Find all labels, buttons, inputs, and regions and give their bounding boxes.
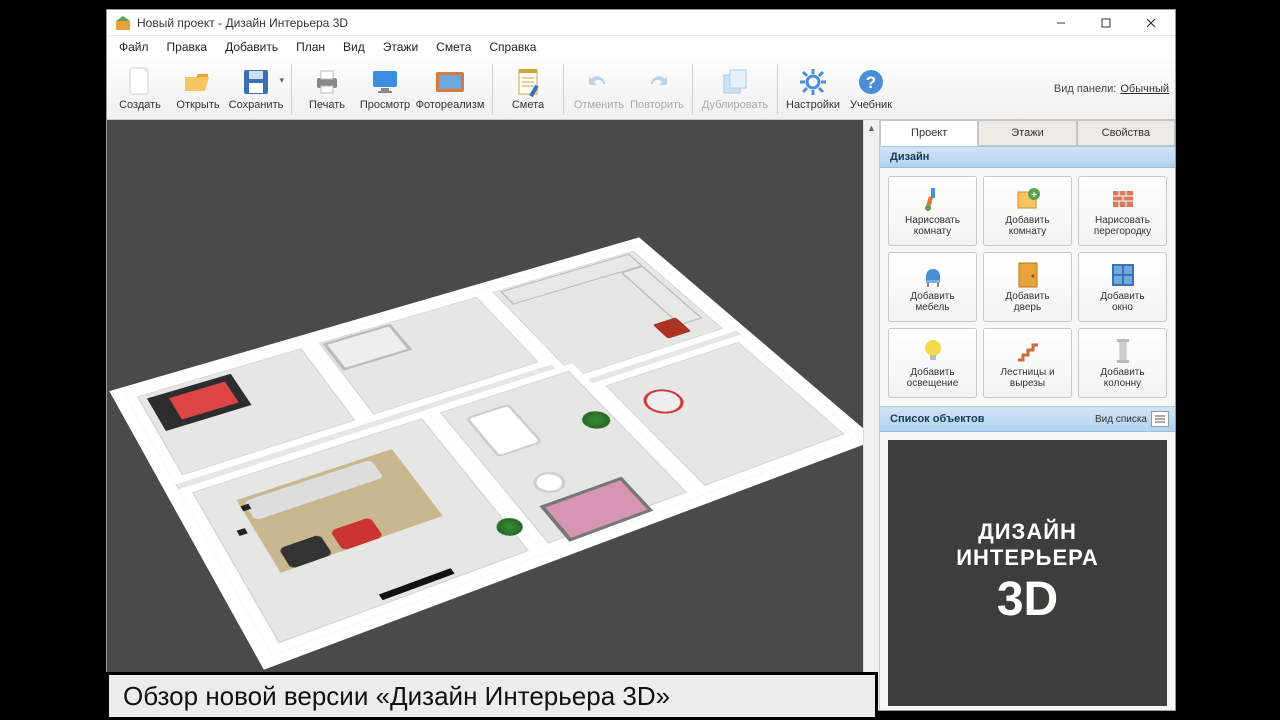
new-file-icon bbox=[124, 66, 156, 98]
print-button[interactable]: Печать bbox=[298, 63, 356, 115]
room-plus-icon: + bbox=[1013, 185, 1043, 213]
column-icon bbox=[1108, 337, 1138, 365]
tab-project[interactable]: Проект bbox=[880, 120, 978, 146]
add-window-button[interactable]: Добавитьокно bbox=[1078, 252, 1167, 322]
menu-file[interactable]: Файл bbox=[111, 38, 157, 56]
brush-icon bbox=[918, 185, 948, 213]
menu-add[interactable]: Добавить bbox=[217, 38, 286, 56]
settings-button[interactable]: Настройки bbox=[784, 63, 842, 115]
draw-wall-button[interactable]: Нарисоватьперегородку bbox=[1078, 176, 1167, 246]
stairs-button[interactable]: Лестницы ивырезы bbox=[983, 328, 1072, 398]
menu-plan[interactable]: План bbox=[288, 38, 333, 56]
stairs-icon bbox=[1013, 337, 1043, 365]
app-window: Новый проект - Дизайн Интерьера 3D Файл … bbox=[106, 9, 1176, 711]
monitor-icon bbox=[369, 66, 401, 98]
duplicate-icon bbox=[719, 66, 751, 98]
add-room-button[interactable]: + Добавитькомнату bbox=[983, 176, 1072, 246]
menu-edit[interactable]: Правка bbox=[159, 38, 216, 56]
floorplan-model bbox=[109, 237, 863, 670]
redo-icon bbox=[641, 66, 673, 98]
photoreal-button[interactable]: Фотореализм bbox=[414, 63, 486, 115]
caption-text: Обзор новой версии «Дизайн Интерьера 3D» bbox=[123, 681, 670, 712]
svg-text:?: ? bbox=[866, 73, 876, 92]
preview-button[interactable]: Просмотр bbox=[356, 63, 414, 115]
chevron-down-icon: ▾ bbox=[279, 75, 284, 86]
menu-help[interactable]: Справка bbox=[481, 38, 544, 56]
gear-icon bbox=[797, 66, 829, 98]
tab-floors[interactable]: Этажи bbox=[978, 120, 1076, 146]
app-icon bbox=[115, 15, 131, 31]
section-design-header: Дизайн bbox=[880, 146, 1175, 168]
menubar: Файл Правка Добавить План Вид Этажи Смет… bbox=[107, 36, 1175, 58]
svg-text:+: + bbox=[1031, 190, 1037, 201]
titlebar: Новый проект - Дизайн Интерьера 3D bbox=[107, 10, 1175, 36]
panel-mode-link[interactable]: Обычный bbox=[1120, 83, 1169, 95]
door-icon bbox=[1013, 261, 1043, 289]
duplicate-button[interactable]: Дублировать bbox=[699, 63, 771, 115]
notepad-icon bbox=[512, 66, 544, 98]
right-panel: Проект Этажи Свойства Дизайн Нарисоватьк… bbox=[879, 120, 1175, 710]
save-button[interactable]: ▾ Сохранить bbox=[227, 63, 285, 115]
video-caption-bar: Обзор новой версии «Дизайн Интерьера 3D» bbox=[106, 672, 878, 720]
undo-icon bbox=[583, 66, 615, 98]
list-icon bbox=[1154, 414, 1166, 424]
printer-icon bbox=[311, 66, 343, 98]
add-column-button[interactable]: Добавитьколонну bbox=[1078, 328, 1167, 398]
logo-promo: ДИЗАЙНИНТЕРЬЕРА 3D bbox=[888, 440, 1167, 706]
photoreal-icon bbox=[434, 66, 466, 98]
tab-properties[interactable]: Свойства bbox=[1077, 120, 1175, 146]
viewport-scrollbar[interactable]: ▲ ▼ bbox=[863, 120, 879, 710]
tutorial-button[interactable]: ? Учебник bbox=[842, 63, 900, 115]
close-button[interactable] bbox=[1128, 10, 1173, 35]
3d-viewport[interactable] bbox=[107, 120, 863, 710]
menu-floors[interactable]: Этажи bbox=[375, 38, 426, 56]
create-button[interactable]: Создать bbox=[111, 63, 169, 115]
window-title: Новый проект - Дизайн Интерьера 3D bbox=[137, 16, 348, 30]
panel-mode-selector: Вид панели: Обычный bbox=[1054, 83, 1169, 95]
open-button[interactable]: Открыть bbox=[169, 63, 227, 115]
toolbar: Создать Открыть ▾ Сохранить Печать Просм… bbox=[107, 58, 1175, 120]
chair-icon bbox=[918, 261, 948, 289]
draw-room-button[interactable]: Нарисоватькомнату bbox=[888, 176, 977, 246]
lightbulb-icon bbox=[918, 337, 948, 365]
list-view-toggle[interactable] bbox=[1151, 411, 1169, 427]
undo-button[interactable]: Отменить bbox=[570, 63, 628, 115]
help-icon: ? bbox=[855, 66, 887, 98]
brick-wall-icon bbox=[1108, 185, 1138, 213]
window-icon bbox=[1108, 261, 1138, 289]
add-lighting-button[interactable]: Добавитьосвещение bbox=[888, 328, 977, 398]
section-objects-header: Список объектов Вид списка bbox=[880, 406, 1175, 432]
design-tool-grid: Нарисоватькомнату + Добавитькомнату Нари… bbox=[880, 168, 1175, 406]
save-icon bbox=[240, 66, 272, 98]
scroll-up-icon[interactable]: ▲ bbox=[864, 120, 879, 136]
menu-estimate[interactable]: Смета bbox=[428, 38, 479, 56]
add-furniture-button[interactable]: Добавитьмебель bbox=[888, 252, 977, 322]
menu-view[interactable]: Вид bbox=[335, 38, 373, 56]
maximize-button[interactable] bbox=[1083, 10, 1128, 35]
minimize-button[interactable] bbox=[1038, 10, 1083, 35]
folder-open-icon bbox=[182, 66, 214, 98]
estimate-button[interactable]: Смета bbox=[499, 63, 557, 115]
redo-button[interactable]: Повторить bbox=[628, 63, 686, 115]
add-door-button[interactable]: Добавитьдверь bbox=[983, 252, 1072, 322]
